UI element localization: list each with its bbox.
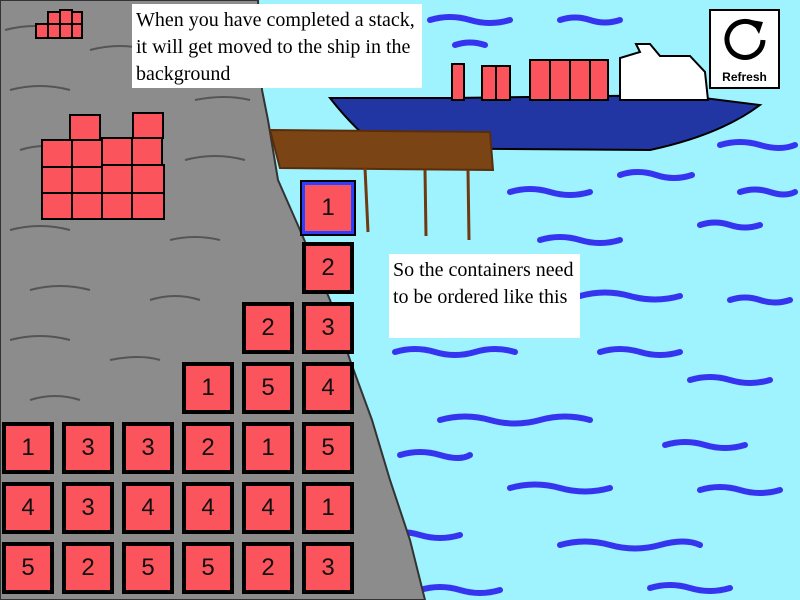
container-tile[interactable]: 4 [302,362,354,414]
container-tile[interactable]: 5 [122,542,174,594]
refresh-button[interactable]: Refresh [709,9,780,89]
container-tile[interactable]: 4 [122,482,174,534]
container-tile[interactable]: 2 [242,302,294,354]
container-tile[interactable]: 5 [182,542,234,594]
container-tile[interactable]: 3 [302,302,354,354]
container-tile[interactable]: 2 [242,542,294,594]
container-tile[interactable]: 3 [62,422,114,474]
container-tile[interactable]: 1 [242,422,294,474]
container-tile[interactable]: 2 [302,242,354,294]
container-tile[interactable]: 4 [242,482,294,534]
container-tile[interactable]: 4 [182,482,234,534]
container-tile[interactable]: 5 [2,542,54,594]
order-instruction-tip: So the containers need to be ordered lik… [389,254,580,338]
container-tile[interactable]: 1 [2,422,54,474]
container-tile[interactable]: 1 [182,362,234,414]
container-tile[interactable]: 5 [302,422,354,474]
refresh-icon [724,18,766,60]
container-tile[interactable]: 3 [62,482,114,534]
container-tile[interactable]: 5 [242,362,294,414]
container-tile[interactable]: 3 [302,542,354,594]
container-tile[interactable]: 1 [300,180,356,236]
container-tile[interactable]: 1 [302,482,354,534]
container-tile[interactable]: 2 [182,422,234,474]
container-tile[interactable]: 4 [2,482,54,534]
container-tile[interactable]: 2 [62,542,114,594]
ship-instruction-tip: When you have completed a stack, it will… [132,4,422,88]
container-tile[interactable]: 3 [122,422,174,474]
refresh-label: Refresh [722,70,767,84]
